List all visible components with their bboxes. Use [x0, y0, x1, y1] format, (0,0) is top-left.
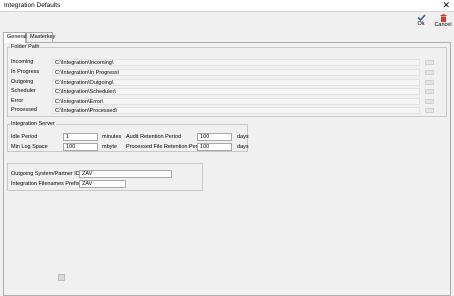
- tab-masterkey[interactable]: Masterkey: [26, 32, 55, 42]
- outgoing-label: Outgoing: [11, 79, 34, 85]
- processed-retention-label: Processed File Retention Period: [126, 144, 205, 150]
- error-path-field[interactable]: C:\Integration\Error\: [52, 98, 420, 105]
- trash-icon: [440, 14, 446, 22]
- incoming-label: Incoming: [11, 59, 34, 65]
- idle-period-unit: minutes: [102, 134, 122, 140]
- folder-path-legend: Folder Path: [11, 44, 40, 50]
- incoming-path-field[interactable]: C:\Integration\Incoming\: [52, 59, 420, 66]
- processed-browse-button[interactable]: [425, 108, 434, 113]
- system-partner-id-label: Outgoing System/Partner ID: [11, 171, 80, 177]
- ok-button[interactable]: Ok: [410, 13, 432, 32]
- close-icon[interactable]: ✕: [442, 0, 450, 11]
- idle-period-label: Idle Period: [11, 134, 38, 140]
- outgoing-path-field[interactable]: C:\Integration\Outgoing\: [52, 79, 420, 86]
- scheduler-label: Scheduler: [11, 88, 36, 94]
- min-log-space-label: Min Log Space: [11, 144, 48, 150]
- processed-label: Processed: [11, 107, 37, 113]
- min-log-space-unit: mbyte: [102, 144, 117, 150]
- check-icon: [416, 14, 426, 21]
- idle-period-input[interactable]: 1: [63, 133, 98, 141]
- filename-prefix-label: Integration Filenames Prefix: [11, 181, 80, 187]
- system-partner-id-input[interactable]: ZAV: [79, 170, 172, 178]
- tab-general[interactable]: General: [3, 32, 27, 43]
- error-label: Error: [11, 98, 24, 104]
- audit-retention-unit: days: [237, 134, 249, 140]
- title-bar: Integration Defaults ✕: [0, 0, 454, 12]
- scheduler-browse-button[interactable]: [425, 89, 434, 94]
- outgoing-browse-button[interactable]: [425, 80, 434, 85]
- error-browse-button[interactable]: [425, 99, 434, 104]
- in-progress-path-field[interactable]: C:\Integration\In Progress\: [52, 69, 420, 76]
- general-tab-panel: Folder Path Incoming C:\Integration\Inco…: [3, 42, 451, 296]
- cancel-label: Cancel: [434, 22, 452, 28]
- incoming-browse-button[interactable]: [425, 60, 434, 65]
- processed-path-field[interactable]: C:\Integration\Processed\: [52, 107, 420, 114]
- scheduler-path-field[interactable]: C:\Integration\Scheduler\: [52, 88, 420, 95]
- audit-retention-input[interactable]: 100: [197, 133, 232, 141]
- filename-prefix-input[interactable]: ZAV: [79, 180, 126, 188]
- ok-label: Ok: [417, 21, 425, 27]
- in-progress-label: In Progress: [11, 69, 40, 75]
- in-progress-browse-button[interactable]: [425, 70, 434, 75]
- min-log-space-input[interactable]: 100: [63, 143, 98, 151]
- audit-retention-label: Audit Retention Period: [126, 134, 182, 140]
- cancel-button[interactable]: Cancel: [432, 13, 454, 32]
- toolbar: Ok Cancel: [0, 12, 454, 32]
- status-indicator: [58, 274, 65, 281]
- integration-server-legend: Integration Server: [11, 121, 55, 127]
- window-title: Integration Defaults: [4, 2, 61, 9]
- processed-retention-unit: days: [237, 144, 249, 150]
- processed-retention-input[interactable]: 100: [197, 143, 232, 151]
- client-area: General Masterkey Folder Path Incoming C…: [0, 32, 454, 296]
